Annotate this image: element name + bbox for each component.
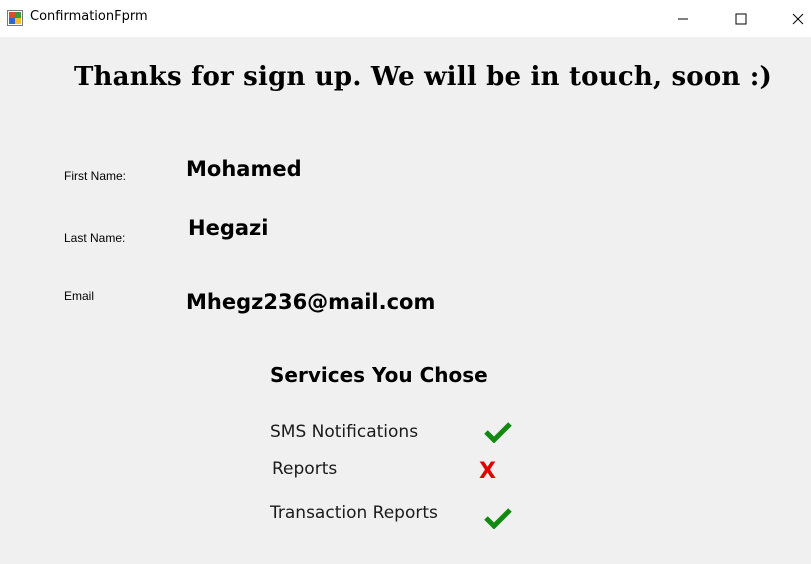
title-bar: ConfirmationFprm <box>0 0 811 37</box>
close-button[interactable] <box>775 0 811 37</box>
maximize-button[interactable] <box>718 0 764 37</box>
windows-form-icon <box>7 10 23 26</box>
service-label: Reports <box>272 459 338 479</box>
minimize-button[interactable] <box>660 0 706 37</box>
check-icon <box>484 422 512 443</box>
services-title: Services You Chose <box>270 363 488 387</box>
window-title: ConfirmationFprm <box>30 9 148 24</box>
service-label: Transaction Reports <box>270 503 438 523</box>
last-name-value: Hegazi <box>188 216 269 240</box>
maximize-icon <box>735 13 747 24</box>
service-label: SMS Notifications <box>270 422 419 442</box>
close-icon <box>792 13 804 24</box>
cross-icon: X <box>479 459 496 484</box>
email-label: Email <box>64 289 95 303</box>
confirmation-headline: Thanks for sign up. We will be in touch,… <box>74 62 773 92</box>
first-name-value: Mohamed <box>186 157 302 181</box>
first-name-label: First Name: <box>64 169 127 183</box>
last-name-label: Last Name: <box>64 231 126 245</box>
check-icon <box>484 508 512 529</box>
minimize-icon <box>678 18 688 19</box>
email-value: Mhegz236@mail.com <box>186 290 436 314</box>
